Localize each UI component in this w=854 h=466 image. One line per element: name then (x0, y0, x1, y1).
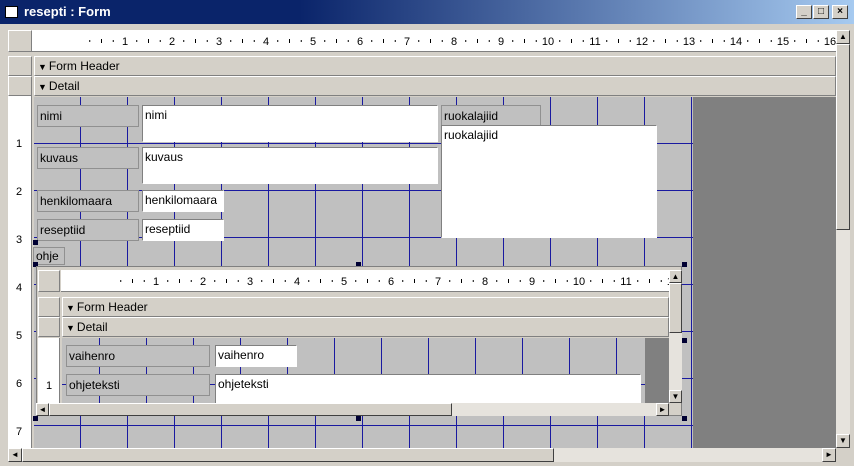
ruler-number: 1 (122, 36, 128, 48)
ruler-number: 14 (730, 36, 742, 48)
ruler-number: 15 (777, 36, 789, 48)
subform-ruler-number: 1 (153, 276, 159, 288)
selection-handle[interactable] (682, 338, 687, 343)
main-scroll-right-button[interactable]: ► (822, 448, 836, 462)
main-vertical-scroll-thumb[interactable] (836, 44, 850, 230)
form-system-icon[interactable] (5, 6, 18, 18)
subform-form-header-selector[interactable] (38, 297, 60, 317)
henkilomaara-field[interactable]: henkilomaara (142, 190, 224, 212)
subform-ruler-number: 7 (435, 276, 441, 288)
ruler-number: 4 (263, 36, 269, 48)
nimi-field[interactable]: nimi (142, 105, 438, 142)
nimi-label[interactable]: nimi (37, 105, 139, 127)
subform-ruler-number: 2 (200, 276, 206, 288)
subform-scroll-down-button[interactable]: ▼ (669, 390, 682, 403)
minimize-button[interactable]: _ (796, 5, 812, 19)
ohjeteksti-field[interactable]: ohjeteksti (215, 374, 641, 404)
kuvaus-field[interactable]: kuvaus (142, 147, 438, 184)
close-button[interactable]: × (832, 5, 848, 19)
reseptiid-field[interactable]: reseptiid (142, 219, 224, 241)
ruler-number: 9 (498, 36, 504, 48)
vruler-number: 4 (15, 282, 23, 294)
section-arrow-icon: ▼ (66, 323, 75, 333)
selection-handle[interactable] (33, 240, 38, 245)
vruler-number: 3 (15, 234, 23, 246)
detail-bar[interactable]: ▼ Detail (34, 76, 836, 96)
section-arrow-icon: ▼ (66, 303, 75, 313)
subform-ruler-number: 9 (529, 276, 535, 288)
main-scroll-up-button[interactable]: ▲ (836, 30, 850, 44)
subform-ruler-number: 3 (247, 276, 253, 288)
subform-detail-label: Detail (76, 320, 108, 334)
vruler-number: 5 (15, 330, 23, 342)
subform-horizontal-scroll-thumb[interactable] (49, 403, 452, 416)
ruler-number: 2 (169, 36, 175, 48)
vruler-number: 2 (15, 186, 23, 198)
form-header-selector[interactable] (8, 56, 32, 76)
vruler-number: 1 (15, 138, 23, 150)
ruler-number: 3 (216, 36, 222, 48)
ruler-number: 7 (404, 36, 410, 48)
subform-background-area (645, 338, 669, 403)
subform-ruler-number: 5 (341, 276, 347, 288)
kuvaus-label[interactable]: kuvaus (37, 147, 139, 169)
subform-vertical-scroll-thumb[interactable] (669, 283, 682, 333)
subform-scroll-left-button[interactable]: ◄ (36, 403, 49, 416)
ruler-number: 5 (310, 36, 316, 48)
ruler-number: 10 (542, 36, 554, 48)
window-title: resepti : Form (24, 4, 111, 19)
subform-detail-bar[interactable]: ▼ Detail (62, 317, 669, 337)
selection-handle[interactable] (33, 416, 38, 421)
ruler-number: 6 (357, 36, 363, 48)
subform-vertical-ruler[interactable] (38, 338, 60, 403)
form-selector[interactable] (8, 30, 32, 52)
subform-ruler-number: 8 (482, 276, 488, 288)
selection-handle[interactable] (356, 416, 361, 421)
main-scroll-left-button[interactable]: ◄ (8, 448, 22, 462)
subform-ruler-number: 4 (294, 276, 300, 288)
henkilomaara-label[interactable]: henkilomaara (37, 190, 139, 212)
ohjeteksti-label[interactable]: ohjeteksti (66, 374, 210, 396)
horizontal-ruler[interactable]: 1 2 3 4 5 6 7 8 9 10 11 12 13 14 15 16 (32, 30, 836, 52)
section-arrow-icon: ▼ (38, 62, 47, 72)
vruler-number: 6 (15, 378, 23, 390)
subform-vruler-number: 1 (45, 380, 53, 392)
selection-handle[interactable] (682, 262, 687, 267)
subform-ruler-number: 11 (620, 276, 631, 288)
ruokalajiid-label[interactable]: ruokalajiid (441, 105, 541, 127)
title-bar[interactable] (0, 0, 854, 24)
reseptiid-label[interactable]: reseptiid (37, 219, 139, 241)
vaihenro-label[interactable]: vaihenro (66, 345, 210, 367)
detail-selector[interactable] (8, 76, 32, 96)
ruler-number: 12 (636, 36, 648, 48)
restore-button[interactable]: □ (813, 5, 829, 19)
ruler-number: 16 (824, 36, 836, 48)
subform-selector[interactable] (38, 270, 60, 292)
form-header-label: Form Header (48, 59, 120, 73)
subform-ruler-number: 10 (573, 276, 585, 288)
subform-scroll-up-button[interactable]: ▲ (669, 270, 682, 283)
vaihenro-field[interactable]: vaihenro (215, 345, 297, 367)
vruler-number: 7 (15, 426, 23, 438)
ruokalajiid-listbox[interactable]: ruokalajiid (441, 125, 657, 238)
subform-form-header-label: Form Header (76, 300, 148, 314)
design-background-area (693, 97, 836, 448)
detail-label: Detail (48, 79, 80, 93)
form-header-bar[interactable]: ▼ Form Header (34, 56, 836, 76)
subform-form-header-bar[interactable]: ▼ Form Header (62, 297, 669, 317)
subform-horizontal-ruler[interactable]: 123456789101112 (61, 270, 669, 292)
ruler-number: 13 (683, 36, 695, 48)
ruler-number: 11 (589, 36, 600, 48)
subform-ruler-number: 6 (388, 276, 394, 288)
ruler-number: 8 (451, 36, 457, 48)
section-arrow-icon: ▼ (38, 82, 47, 92)
subform-scroll-right-button[interactable]: ► (656, 403, 669, 416)
selection-handle[interactable] (682, 416, 687, 421)
main-horizontal-scroll-thumb[interactable] (22, 448, 554, 462)
scrollbar-corner (836, 448, 850, 462)
subform-detail-selector[interactable] (38, 317, 60, 337)
main-scroll-down-button[interactable]: ▼ (836, 434, 850, 448)
